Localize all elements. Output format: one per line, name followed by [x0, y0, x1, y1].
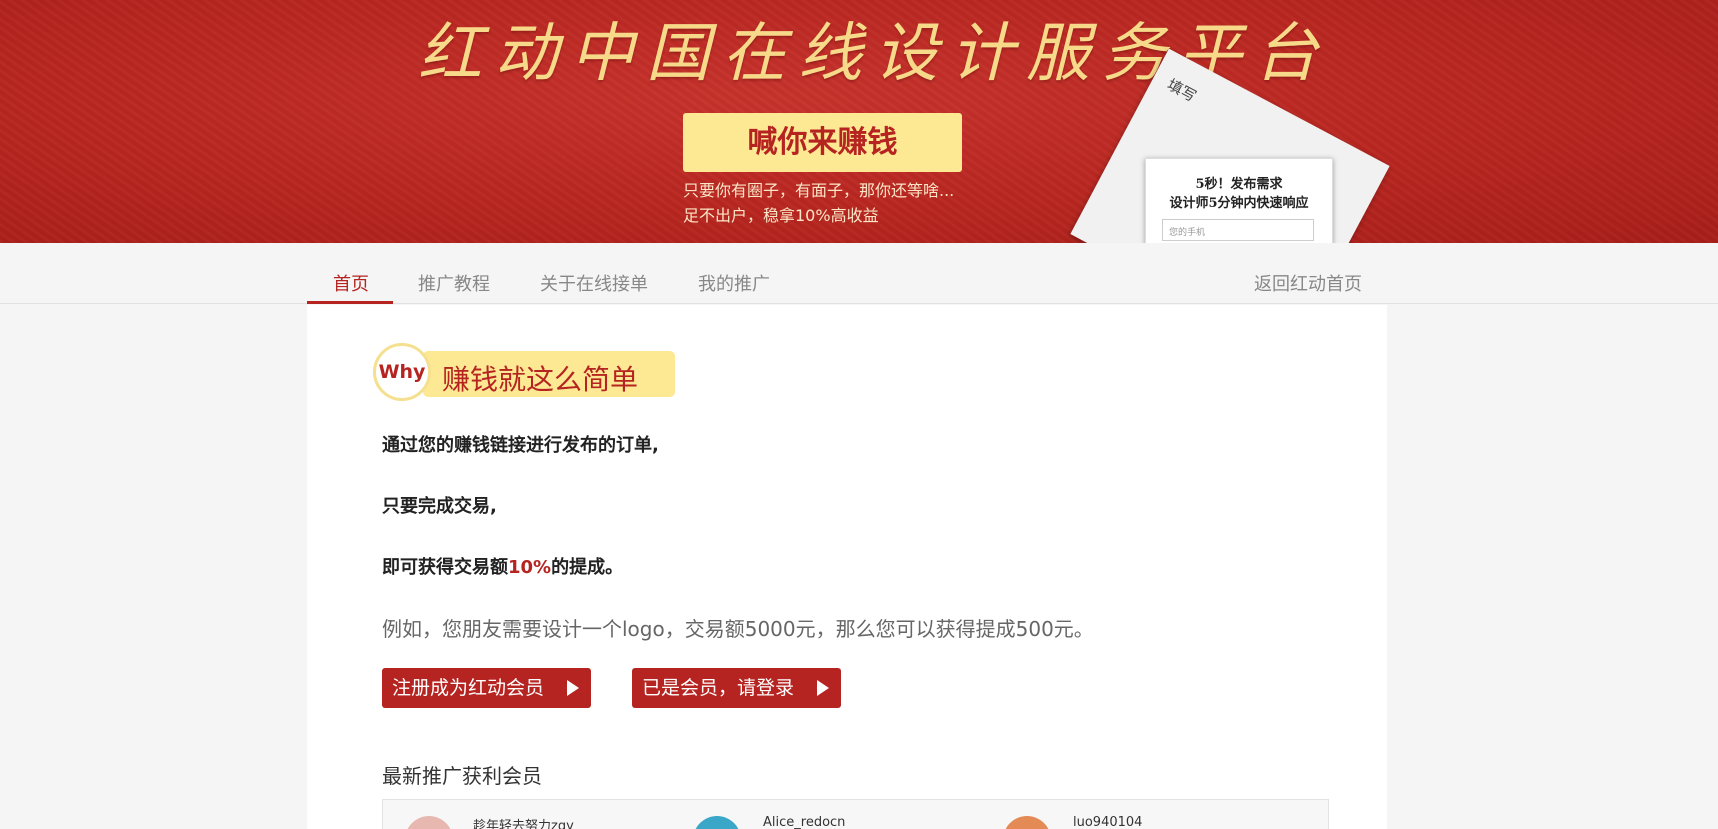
- nav-item-home[interactable]: 首页: [333, 270, 369, 296]
- avatar: [405, 816, 453, 829]
- cta-subline-1: 只要你有圈子，有面子，那你还等啥...: [683, 181, 955, 200]
- banner-title: 红动中国在线设计服务平台: [418, 17, 1330, 91]
- paper-illustration-front: 5秒！发布需求 设计师5分钟内快速响应 您的手机: [1145, 158, 1333, 243]
- paper-line-1: 5秒！发布需求: [1195, 177, 1283, 192]
- avatar: [693, 816, 741, 829]
- back-home-link[interactable]: 返回红动首页: [1254, 270, 1362, 296]
- why-title: 赚钱就这么简单: [442, 363, 639, 396]
- members-heading: 最新推广获利会员: [382, 764, 542, 788]
- paper-phone-field: 您的手机: [1162, 219, 1314, 241]
- login-button[interactable]: 已是会员，请登录: [632, 668, 841, 708]
- main-nav: 首页 推广教程 关于在线接单 我的推广 返回红动首页: [0, 243, 1718, 304]
- nav-item-about[interactable]: 关于在线接单: [540, 270, 648, 296]
- paper-line-2: 设计师5分钟内快速响应: [1169, 196, 1309, 211]
- play-arrow-icon: [817, 680, 829, 696]
- play-arrow-icon: [567, 680, 579, 696]
- example-text: 例如，您朋友需要设计一个logo，交易额5000元，那么您可以获得提成500元。: [382, 617, 1094, 641]
- commission-rate: 10%: [508, 557, 552, 578]
- why-line-1: 通过您的赚钱链接进行发布的订单,: [382, 435, 659, 456]
- why-line-3-prefix: 即可获得交易额: [382, 557, 508, 578]
- avatar: [1003, 816, 1051, 829]
- member-name: Alice_redocn: [763, 815, 846, 829]
- login-button-label: 已是会员，请登录: [642, 677, 795, 699]
- member-name: 趁年轻去努力zqy: [473, 819, 574, 829]
- register-button[interactable]: 注册成为红动会员: [382, 668, 591, 708]
- register-button-label: 注册成为红动会员: [392, 677, 545, 699]
- hero-banner: 红动中国在线设计服务平台 喊你来赚钱 只要你有圈子，有面子，那你还等啥... 足…: [0, 0, 1718, 243]
- why-line-2: 只要完成交易,: [382, 496, 497, 517]
- nav-item-tutorial[interactable]: 推广教程: [418, 270, 490, 296]
- paper-back-text: 填写: [1164, 75, 1200, 106]
- why-badge: Why: [373, 343, 431, 401]
- cta-subline-2: 足不出户，稳拿10%高收益: [683, 206, 879, 225]
- members-list: 趁年轻去努力zqy Alice_redocn luo940104: [382, 799, 1329, 829]
- why-line-3-suffix: 的提成。: [551, 557, 624, 578]
- why-line-3: 即可获得交易额10%的提成。: [382, 553, 623, 579]
- main-content: 赚钱就这么简单 Why 通过您的赚钱链接进行发布的订单, 只要完成交易, 即可获…: [307, 305, 1387, 829]
- nav-item-my-promotion[interactable]: 我的推广: [698, 270, 770, 296]
- member-name: luo940104: [1073, 815, 1143, 829]
- cta-headline: 喊你来赚钱: [683, 113, 962, 172]
- nav-active-indicator: [307, 301, 393, 304]
